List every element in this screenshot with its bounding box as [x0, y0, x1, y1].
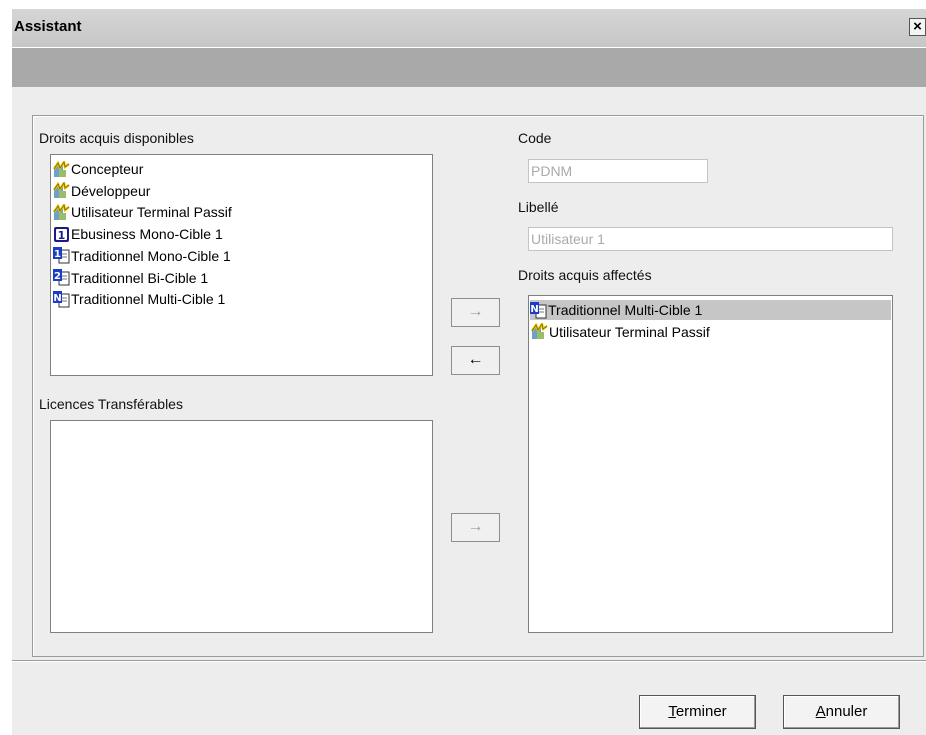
libelle-label: Libellé — [518, 199, 559, 215]
arrow-right-icon: → — [467, 303, 484, 320]
list-item-label: Utilisateur Terminal Passif — [549, 323, 710, 340]
list-item-label: Utilisateur Terminal Passif — [71, 204, 232, 221]
list-item[interactable]: Concepteur — [53, 159, 143, 179]
finish-mnemonic: T — [668, 703, 676, 720]
cancel-button[interactable]: Annuler — [783, 695, 900, 729]
license-n-doc-icon: N — [53, 290, 70, 308]
license-1-doc-icon: 1 — [53, 247, 70, 264]
close-icon: × — [913, 18, 922, 35]
available-rights-label: Droits acquis disponibles — [39, 130, 194, 146]
list-item[interactable]: Développeur — [53, 181, 150, 201]
list-item[interactable]: Utilisateur Terminal Passif — [53, 202, 232, 222]
available-rights-list[interactable]: Concepteur Développeur Utilisateur Termina… — [50, 154, 433, 376]
svg-text:2: 2 — [54, 271, 61, 282]
license-n-doc-icon: N — [530, 301, 547, 319]
lightning-role-icon — [53, 160, 70, 178]
finish-label: erminer — [675, 703, 727, 720]
svg-text:1: 1 — [58, 229, 66, 242]
lightning-role-icon — [53, 203, 70, 221]
transferable-licenses-list[interactable] — [50, 420, 433, 633]
window-title: Assistant — [14, 18, 82, 35]
list-item-label: Traditionnel Mono-Cible 1 — [71, 247, 231, 264]
list-item-label: Ebusiness Mono-Cible 1 — [71, 226, 223, 243]
cancel-mnemonic: A — [815, 703, 826, 720]
add-transferable-button[interactable]: → — [451, 513, 500, 542]
list-item[interactable]: 1 Traditionnel Mono-Cible 1 — [53, 246, 231, 266]
finish-button[interactable]: Terminer — [639, 695, 756, 729]
lightning-role-icon — [53, 182, 70, 199]
transferable-licenses-label: Licences Transférables — [39, 396, 183, 412]
list-item-label: Développeur — [71, 182, 151, 199]
list-item[interactable]: 2 Traditionnel Bi-Cible 1 — [53, 268, 208, 288]
title-bar: Assistant × — [12, 9, 926, 48]
list-item-label: Traditionnel Multi-Cible 1 — [71, 291, 226, 308]
assistant-window: Assistant × Droits acquis disponibles Co… — [12, 9, 926, 735]
header-band — [12, 48, 926, 87]
list-item-label: Traditionnel Multi-Cible 1 — [548, 302, 703, 318]
list-item[interactable]: N Traditionnel Multi-Cible 1 — [53, 289, 225, 309]
license-2-doc-icon: 2 — [53, 269, 70, 286]
list-item-label: Traditionnel Bi-Cible 1 — [71, 269, 209, 286]
close-button[interactable]: × — [909, 18, 926, 36]
license-1-icon: 1 — [53, 226, 70, 243]
list-item[interactable]: N Traditionnel Multi-Cible 1 — [530, 300, 891, 320]
svg-text:N: N — [530, 304, 538, 315]
arrow-left-icon: ← — [467, 351, 484, 368]
assigned-rights-list[interactable]: N Traditionnel Multi-Cible 1 Utilisateur T… — [528, 295, 893, 633]
svg-text:1: 1 — [54, 249, 61, 260]
list-item[interactable]: 1 Ebusiness Mono-Cible 1 — [53, 224, 223, 244]
libelle-field[interactable] — [528, 227, 893, 251]
lightning-role-icon — [531, 323, 548, 340]
svg-text:N: N — [53, 293, 61, 304]
footer-separator — [12, 660, 926, 662]
list-item[interactable]: Utilisateur Terminal Passif — [531, 322, 710, 342]
remove-right-button[interactable]: ← — [451, 346, 500, 375]
assigned-rights-label: Droits acquis affectés — [518, 267, 652, 283]
code-field[interactable] — [528, 159, 708, 183]
cancel-label: nnuler — [825, 703, 868, 720]
add-right-button[interactable]: → — [451, 298, 500, 327]
arrow-right-icon: → — [467, 518, 484, 535]
list-item-label: Concepteur — [71, 161, 144, 177]
code-label: Code — [518, 130, 552, 146]
